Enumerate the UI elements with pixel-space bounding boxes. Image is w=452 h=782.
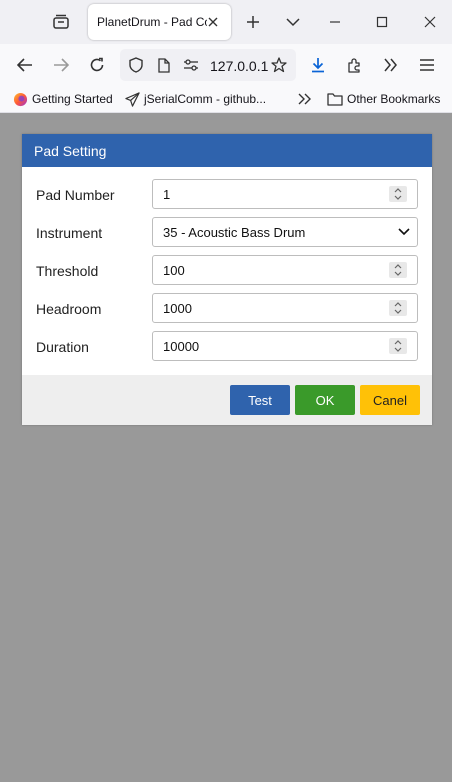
- close-icon[interactable]: [206, 15, 220, 29]
- instrument-value: 35 - Acoustic Bass Drum: [163, 225, 306, 240]
- bookmarks-overflow-icon[interactable]: [298, 91, 312, 107]
- spinner-icon[interactable]: [389, 300, 407, 316]
- headroom-value: 1000: [163, 301, 192, 316]
- threshold-input[interactable]: 100: [152, 255, 418, 285]
- minimize-icon[interactable]: [325, 12, 345, 32]
- folder-icon: [327, 91, 343, 107]
- browser-tab-active[interactable]: PlanetDrum - Pad Co: [88, 4, 231, 40]
- form-row-instrument: Instrument 35 - Acoustic Bass Drum: [22, 217, 432, 247]
- instrument-label: Instrument: [36, 225, 103, 241]
- dialog-title: Pad Setting: [34, 143, 107, 159]
- window-close-icon[interactable]: [420, 12, 440, 32]
- chevron-down-icon[interactable]: [397, 225, 411, 239]
- url-bar[interactable]: 127.0.0.1: [120, 49, 296, 81]
- spinner-icon[interactable]: [389, 338, 407, 354]
- ok-button[interactable]: OK: [295, 385, 355, 415]
- form-row-threshold: Threshold 100: [22, 255, 432, 285]
- hamburger-icon[interactable]: [416, 54, 438, 76]
- page-icon[interactable]: [156, 57, 172, 73]
- reload-icon[interactable]: [86, 54, 108, 76]
- test-button[interactable]: Test: [230, 385, 290, 415]
- pad-number-input[interactable]: 1: [152, 179, 418, 209]
- page-viewport: Pad Setting Pad Number 1 Instrument 35 -…: [0, 113, 452, 782]
- form-row-duration: Duration 10000: [22, 331, 432, 361]
- extensions-icon[interactable]: [344, 54, 366, 76]
- instrument-select[interactable]: 35 - Acoustic Bass Drum: [152, 217, 418, 247]
- chevron-down-icon[interactable]: [283, 12, 303, 32]
- url-text: 127.0.0.1: [210, 58, 269, 74]
- tab-list-icon[interactable]: [46, 8, 76, 36]
- maximize-icon[interactable]: [372, 12, 392, 32]
- other-bookmarks[interactable]: Other Bookmarks: [327, 91, 440, 107]
- bookmark-label: Getting Started: [32, 92, 113, 106]
- plus-icon[interactable]: [243, 12, 263, 32]
- pad-number-label: Pad Number: [36, 187, 115, 203]
- form-row-pad-number: Pad Number 1: [22, 179, 432, 209]
- tab-strip: PlanetDrum - Pad Co: [0, 0, 452, 44]
- firefox-icon: [12, 91, 28, 107]
- back-arrow-icon[interactable]: [14, 54, 36, 76]
- navigation-toolbar: 127.0.0.1: [0, 44, 452, 86]
- duration-input[interactable]: 10000: [152, 331, 418, 361]
- duration-label: Duration: [36, 339, 89, 355]
- star-icon[interactable]: [271, 57, 287, 73]
- spinner-icon[interactable]: [389, 262, 407, 278]
- threshold-label: Threshold: [36, 263, 99, 279]
- cancel-button[interactable]: Canel: [360, 385, 420, 415]
- bookmark-getting-started[interactable]: Getting Started: [12, 91, 113, 107]
- duration-value: 10000: [163, 339, 200, 354]
- other-bookmarks-label: Other Bookmarks: [347, 92, 441, 106]
- bookmark-jserialcomm[interactable]: jSerialComm - github...: [124, 91, 266, 107]
- tab-title: PlanetDrum - Pad Co: [97, 15, 207, 29]
- spinner-icon[interactable]: [389, 186, 407, 202]
- bookmark-label: jSerialComm - github...: [144, 92, 267, 106]
- shield-icon[interactable]: [128, 57, 144, 73]
- dialog-footer: Test OK Canel: [22, 375, 432, 425]
- download-icon[interactable]: [307, 54, 329, 76]
- permissions-icon[interactable]: [183, 57, 199, 73]
- forward-arrow-icon[interactable]: [50, 54, 72, 76]
- bookmarks-toolbar: Getting Started jSerialComm - github... …: [0, 86, 452, 113]
- dialog-header: Pad Setting: [22, 134, 432, 167]
- form-row-headroom: Headroom 1000: [22, 293, 432, 323]
- pad-number-value: 1: [163, 187, 171, 202]
- threshold-value: 100: [163, 263, 185, 278]
- double-chevron-icon[interactable]: [380, 54, 402, 76]
- headroom-input[interactable]: 1000: [152, 293, 418, 323]
- headroom-label: Headroom: [36, 301, 102, 317]
- paper-plane-icon: [124, 91, 140, 107]
- pad-setting-dialog: Pad Setting Pad Number 1 Instrument 35 -…: [22, 134, 432, 425]
